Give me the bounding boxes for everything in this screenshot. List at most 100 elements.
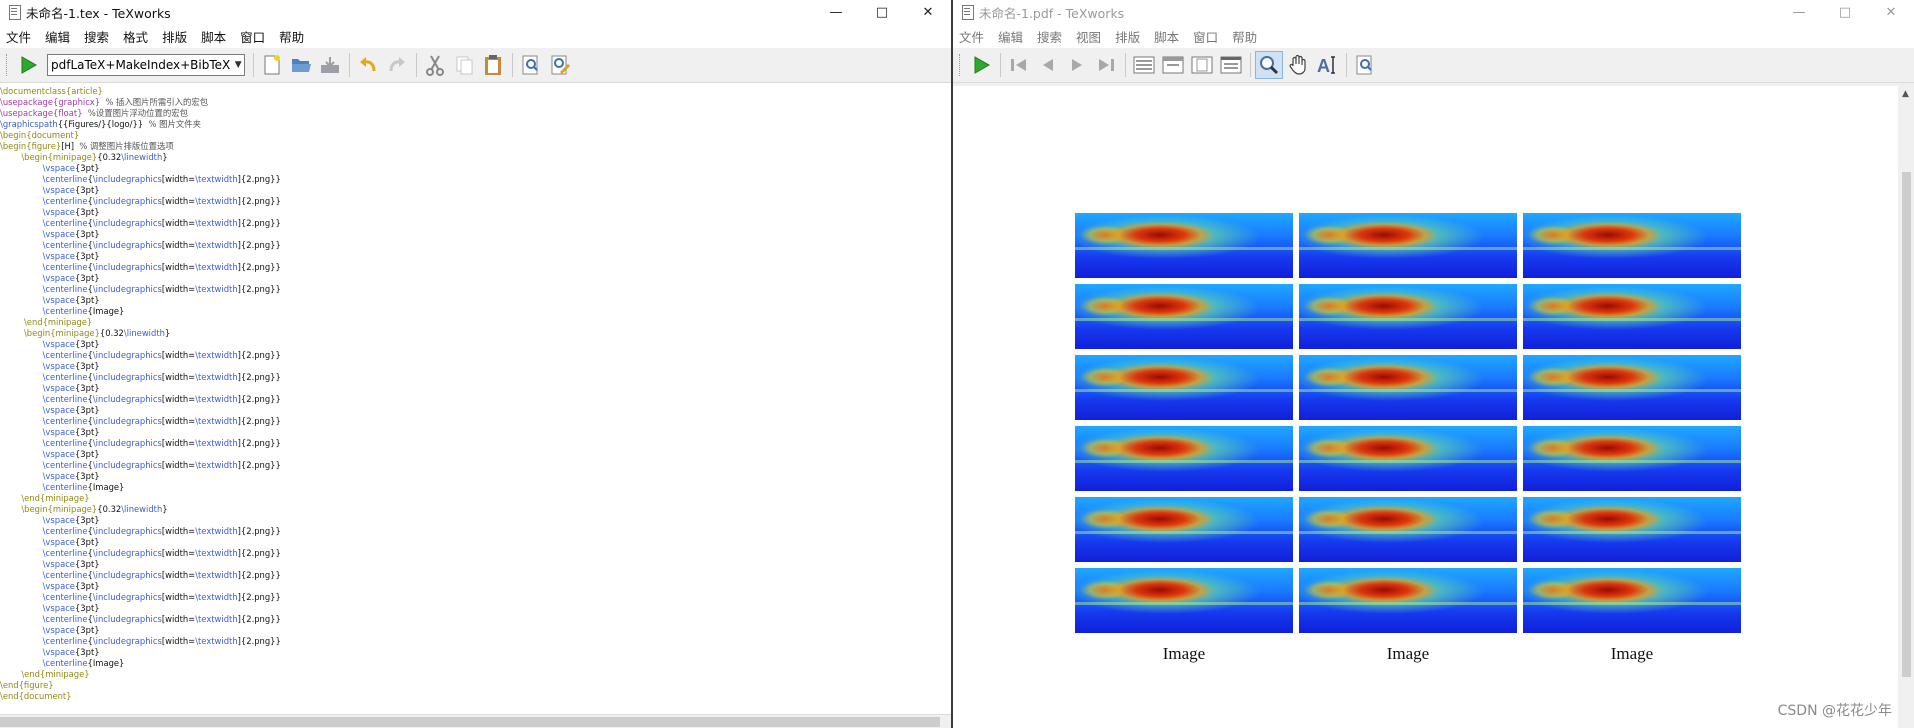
fit-window-button[interactable] [1217, 51, 1245, 79]
figure-image [1075, 213, 1293, 278]
editor-titlebar: 未命名-1.tex - TeXworks — □ ✕ [0, 0, 951, 24]
menu-file[interactable]: 文件 [6, 27, 31, 46]
fit-window-icon [1220, 56, 1242, 74]
last-page-button[interactable] [1092, 51, 1120, 79]
typeset-engine-select[interactable]: pdfLaTeX+MakeIndex+BibTeX ▼ [47, 54, 245, 76]
menu-typeset[interactable]: 排版 [162, 27, 187, 46]
undo-button[interactable] [354, 51, 382, 79]
menu-format[interactable]: 格式 [123, 27, 148, 46]
editor-toolbar: pdfLaTeX+MakeIndex+BibTeX ▼ [0, 48, 951, 83]
paste-button[interactable] [479, 51, 507, 79]
code-line: \vspace{3pt} [42, 163, 100, 173]
figure-image [1299, 213, 1517, 278]
figure-image [1299, 426, 1517, 491]
caption-column-2: Image [1386, 644, 1430, 663]
find-button[interactable] [517, 51, 545, 79]
toolbar-separator [1346, 53, 1347, 77]
watermark: CSDN @花花少年 [1777, 703, 1892, 719]
toolbar-separator [512, 53, 513, 77]
code-line: \vspace{3pt} [42, 537, 100, 547]
toolbar-separator [349, 53, 350, 77]
new-document-button[interactable] [258, 51, 286, 79]
menu-typeset[interactable]: 排版 [1115, 27, 1140, 46]
code-editor[interactable]: \documentclass{article} \usepackage{graph… [0, 86, 951, 714]
toolbar-separator [1000, 53, 1001, 77]
find-replace-icon [551, 55, 571, 75]
figure-image [1523, 426, 1741, 491]
find-icon [1356, 55, 1372, 75]
menu-window[interactable]: 窗口 [240, 27, 265, 46]
scrollbar-thumb[interactable] [0, 717, 940, 727]
code-line: \vspace{3pt} [42, 471, 100, 481]
maximize-button[interactable]: □ [1822, 0, 1868, 24]
fit-page-button[interactable] [1188, 51, 1216, 79]
code-line: \centerline{Image} [42, 482, 125, 492]
menu-view[interactable]: 视图 [1076, 27, 1101, 46]
code-line: \centerline{\includegraphics[width=\text… [42, 240, 281, 250]
code-line: \centerline{\includegraphics[width=\text… [42, 350, 281, 360]
menu-scripts[interactable]: 脚本 [1154, 27, 1179, 46]
code-line: \centerline{\includegraphics[width=\text… [42, 636, 281, 646]
pdf-menubar: 文件 编辑 搜索 视图 排版 脚本 窗口 帮助 [953, 24, 1914, 48]
code-line: \centerline{\includegraphics[width=\text… [42, 438, 281, 448]
typeset-button[interactable] [14, 51, 42, 79]
figure-image [1075, 284, 1293, 349]
menu-window[interactable]: 窗口 [1193, 27, 1218, 46]
pdf-page-view[interactable]: Image Image Image ▲ CSDN @花花少年 [953, 86, 1914, 728]
previous-page-button[interactable] [1034, 51, 1062, 79]
magnifier-icon [1260, 56, 1279, 75]
toolbar-grip[interactable] [959, 54, 963, 76]
editor-horizontal-scrollbar[interactable] [0, 714, 951, 728]
toolbar-grip[interactable] [6, 54, 10, 76]
find-replace-button[interactable] [546, 51, 574, 79]
menu-scripts[interactable]: 脚本 [201, 27, 226, 46]
cut-button[interactable] [421, 51, 449, 79]
first-page-button[interactable] [1005, 51, 1033, 79]
pdf-titlebar: 未命名-1.pdf - TeXworks — □ ✕ [953, 0, 1914, 24]
toolbar-separator [253, 53, 254, 77]
code-line: \begin{minipage}{0.32\linewidth} [21, 504, 168, 514]
figure-image [1523, 497, 1741, 562]
last-page-icon [1099, 59, 1114, 71]
maximize-button[interactable]: □ [859, 0, 905, 24]
menu-search[interactable]: 搜索 [1037, 27, 1062, 46]
play-icon [21, 56, 38, 74]
find-button[interactable] [1351, 51, 1379, 79]
code-line: \documentclass{article} [0, 86, 103, 96]
magnify-tool-button[interactable] [1255, 51, 1283, 79]
caption-column-3: Image [1610, 644, 1654, 663]
scroll-up-icon[interactable]: ▲ [1902, 89, 1909, 99]
next-page-icon [1072, 59, 1082, 71]
scrollbar-thumb[interactable] [1902, 172, 1911, 677]
menu-help[interactable]: 帮助 [1232, 27, 1257, 46]
typeset-button[interactable] [967, 51, 995, 79]
close-button[interactable]: ✕ [905, 0, 951, 24]
toolbar-separator [1125, 53, 1126, 77]
code-line: \vspace{3pt} [42, 207, 100, 217]
menu-search[interactable]: 搜索 [84, 27, 109, 46]
menu-edit[interactable]: 编辑 [45, 27, 70, 46]
menu-file[interactable]: 文件 [959, 27, 984, 46]
code-line: \centerline{\includegraphics[width=\text… [42, 174, 281, 184]
save-button[interactable] [316, 51, 344, 79]
select-text-tool-button[interactable]: A [1313, 51, 1341, 79]
copy-button[interactable] [450, 51, 478, 79]
minimize-button[interactable]: — [813, 0, 859, 24]
actual-size-button[interactable] [1130, 51, 1158, 79]
svg-text:A: A [1317, 56, 1330, 76]
minimize-button[interactable]: — [1776, 0, 1822, 24]
menu-help[interactable]: 帮助 [279, 27, 304, 46]
code-line: \vspace{3pt} [42, 273, 100, 283]
redo-button[interactable] [383, 51, 411, 79]
open-button[interactable] [287, 51, 315, 79]
pdf-vertical-scrollbar[interactable]: ▲ [1898, 86, 1914, 728]
scroll-tool-button[interactable] [1284, 51, 1312, 79]
figure-image [1075, 355, 1293, 420]
save-icon [321, 57, 339, 73]
menu-edit[interactable]: 编辑 [998, 27, 1023, 46]
figure-image [1075, 568, 1293, 633]
next-page-button[interactable] [1063, 51, 1091, 79]
close-button[interactable]: ✕ [1868, 0, 1914, 24]
redo-icon [389, 57, 405, 72]
fit-width-button[interactable] [1159, 51, 1187, 79]
